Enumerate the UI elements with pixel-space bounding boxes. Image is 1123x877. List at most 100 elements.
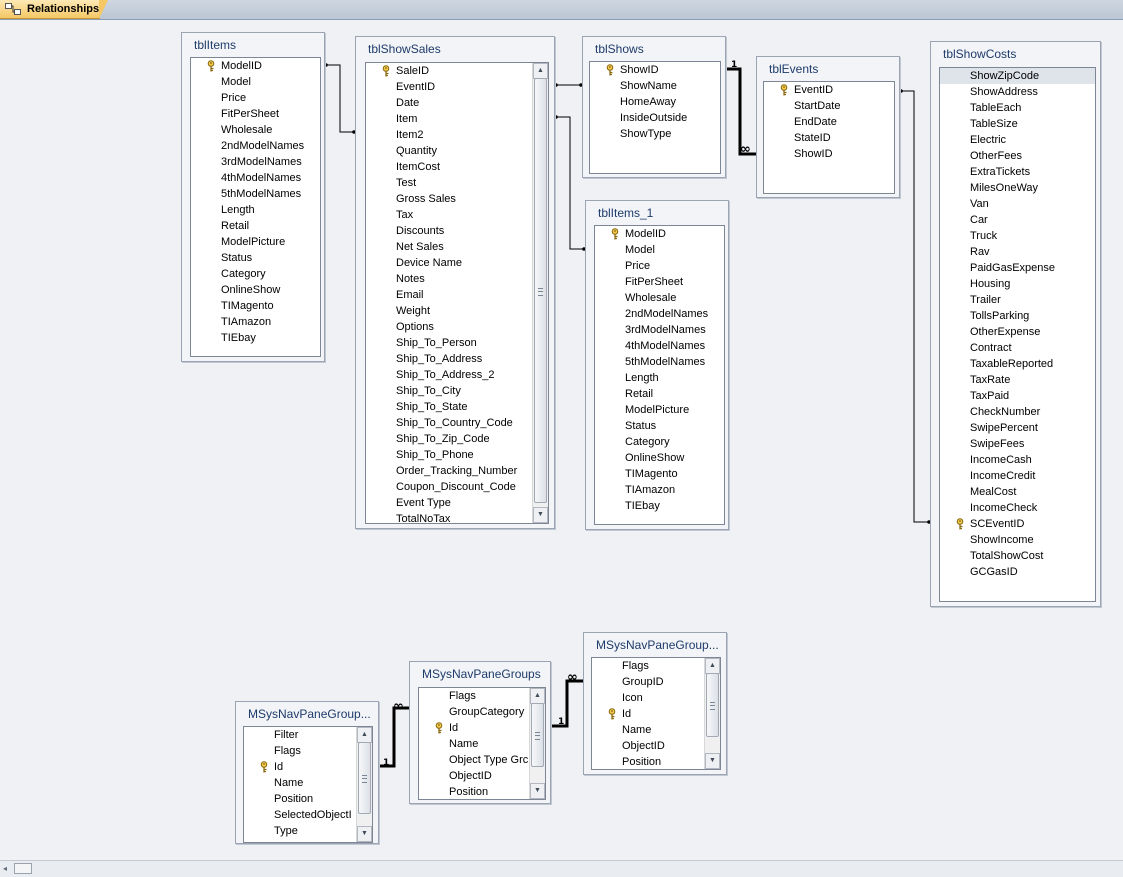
field-row[interactable]: 3rdModelNames — [191, 154, 320, 170]
field-list-box[interactable]: ModelID Model Price FitPerSheet Wholesale 2nd… — [594, 225, 725, 525]
field-row[interactable]: ObjectID — [592, 738, 704, 754]
scroll-down-button[interactable]: ▼ — [705, 753, 720, 769]
field-row[interactable]: Item2 — [366, 127, 532, 143]
field-row[interactable]: SwipeFees — [940, 436, 1095, 452]
scroll-up-button[interactable]: ▲ — [357, 727, 372, 743]
field-row[interactable]: FitPerSheet — [191, 106, 320, 122]
field-row[interactable]: ModelID — [595, 226, 724, 242]
field-row[interactable]: Position — [419, 784, 529, 799]
field-row[interactable]: Name — [244, 775, 356, 791]
field-row[interactable]: TaxableReported — [940, 356, 1095, 372]
table-title[interactable]: tblItems — [182, 33, 324, 55]
field-row[interactable]: StateID — [764, 130, 894, 146]
field-row[interactable]: Name — [592, 722, 704, 738]
table-title[interactable]: tblShowSales — [356, 37, 554, 59]
field-row[interactable]: OnlineShow — [595, 450, 724, 466]
field-row[interactable]: ShowID — [590, 62, 720, 78]
field-row[interactable]: Position — [592, 754, 704, 769]
field-row[interactable]: TIMagento — [191, 298, 320, 314]
table-tblItems_1[interactable]: tblItems_1 ModelID Model Price FitPerSheet W… — [585, 200, 729, 530]
field-row[interactable]: Van — [940, 196, 1095, 212]
field-row[interactable]: OnlineShow — [191, 282, 320, 298]
field-row[interactable]: 2ndModelNames — [191, 138, 320, 154]
field-row[interactable]: Wholesale — [191, 122, 320, 138]
field-row[interactable]: ModelID — [191, 58, 320, 74]
field-row[interactable]: Model — [191, 74, 320, 90]
field-row[interactable]: Tax — [366, 207, 532, 223]
field-row[interactable]: Id — [244, 759, 356, 775]
relationship-line-sales-items1[interactable] — [555, 116, 585, 250]
field-row[interactable]: ModelPicture — [595, 402, 724, 418]
field-row[interactable]: ObjectID — [419, 768, 529, 784]
field-row[interactable]: Notes — [366, 271, 532, 287]
field-row[interactable]: IncomeCheck — [940, 500, 1095, 516]
scroll-thumb[interactable] — [534, 78, 547, 503]
table-tblShows[interactable]: tblShows ShowID ShowName HomeAway InsideOut… — [582, 36, 726, 178]
field-row[interactable]: Options — [366, 319, 532, 335]
field-row[interactable]: Ship_To_Country_Code — [366, 415, 532, 431]
field-row[interactable]: Order_Tracking_Number — [366, 463, 532, 479]
field-row[interactable]: SaleID — [366, 63, 532, 79]
field-row[interactable]: Ship_To_City — [366, 383, 532, 399]
field-row[interactable]: GCGasID — [940, 564, 1095, 580]
field-row[interactable]: ModelPicture — [191, 234, 320, 250]
field-row[interactable]: Filter — [244, 727, 356, 743]
field-row[interactable]: ShowAddress — [940, 84, 1095, 100]
scroll-down-button[interactable]: ▼ — [357, 826, 372, 842]
field-row[interactable]: TIAmazon — [191, 314, 320, 330]
field-row[interactable]: Contract — [940, 340, 1095, 356]
table-title[interactable]: tblEvents — [757, 57, 899, 79]
scroll-thumb[interactable] — [14, 863, 32, 874]
field-row[interactable]: SelectedObjectI — [244, 807, 356, 823]
field-row[interactable]: Rav — [940, 244, 1095, 260]
field-row[interactable]: Housing — [940, 276, 1095, 292]
scroll-thumb[interactable] — [358, 742, 371, 814]
field-row[interactable]: Price — [595, 258, 724, 274]
field-row[interactable]: Retail — [191, 218, 320, 234]
field-row[interactable]: StartDate — [764, 98, 894, 114]
field-list-box[interactable]: ModelID Model Price FitPerSheet Wholesale 2nd… — [190, 57, 321, 357]
field-row[interactable]: Wholesale — [595, 290, 724, 306]
field-row[interactable]: 5thModelNames — [191, 186, 320, 202]
field-row[interactable]: Price — [191, 90, 320, 106]
field-row[interactable]: Model — [595, 242, 724, 258]
field-row[interactable]: TIEbay — [191, 330, 320, 346]
vertical-scrollbar[interactable]: ▲ ▼ — [356, 727, 372, 842]
field-row[interactable]: TableSize — [940, 116, 1095, 132]
field-row[interactable]: 4thModelNames — [191, 170, 320, 186]
relationships-tab[interactable]: Relationships — [0, 0, 108, 19]
field-row[interactable]: Flags — [592, 658, 704, 674]
field-row[interactable]: Gross Sales — [366, 191, 532, 207]
table-title[interactable]: tblItems_1 — [586, 201, 728, 223]
table-title[interactable]: MSysNavPaneGroups — [410, 662, 550, 684]
scroll-up-button[interactable]: ▲ — [705, 658, 720, 674]
table-navgroups-left[interactable]: MSysNavPaneGroup... Filter Flags Id Name Pos… — [235, 701, 379, 844]
field-row[interactable]: ShowID — [764, 146, 894, 162]
scroll-down-button[interactable]: ▼ — [530, 783, 545, 799]
field-row[interactable]: SCEventID — [940, 516, 1095, 532]
horizontal-scrollbar[interactable]: ◂ — [0, 860, 1123, 877]
field-row[interactable]: Date — [366, 95, 532, 111]
field-row[interactable]: Ship_To_Phone — [366, 447, 532, 463]
field-row[interactable]: Car — [940, 212, 1095, 228]
field-row[interactable]: Device Name — [366, 255, 532, 271]
field-row[interactable]: Id — [419, 720, 529, 736]
field-row[interactable]: ShowName — [590, 78, 720, 94]
field-row[interactable]: FitPerSheet — [595, 274, 724, 290]
field-list-box[interactable]: ShowID ShowName HomeAway InsideOutside ShowT… — [589, 61, 721, 174]
field-row[interactable]: EventID — [366, 79, 532, 95]
field-row[interactable]: TollsParking — [940, 308, 1095, 324]
field-list-box[interactable]: EventID StartDate EndDate StateID ShowID — [763, 81, 895, 194]
field-list-box[interactable]: Filter Flags Id Name Position SelectedObjectI… — [243, 726, 373, 843]
table-navgroups-right[interactable]: MSysNavPaneGroup... Flags GroupID Icon Id Na… — [583, 632, 727, 775]
field-row[interactable]: 2ndModelNames — [595, 306, 724, 322]
field-row[interactable]: Test — [366, 175, 532, 191]
field-row[interactable]: EndDate — [764, 114, 894, 130]
field-row[interactable]: ExtraTickets — [940, 164, 1095, 180]
field-row[interactable]: Category — [595, 434, 724, 450]
field-row[interactable]: TableEach — [940, 100, 1095, 116]
field-row[interactable]: ShowType — [590, 126, 720, 142]
field-row[interactable]: OtherFees — [940, 148, 1095, 164]
scroll-thumb[interactable] — [706, 673, 719, 737]
table-navgroups[interactable]: MSysNavPaneGroups Flags GroupCategory Id Na… — [409, 661, 551, 804]
